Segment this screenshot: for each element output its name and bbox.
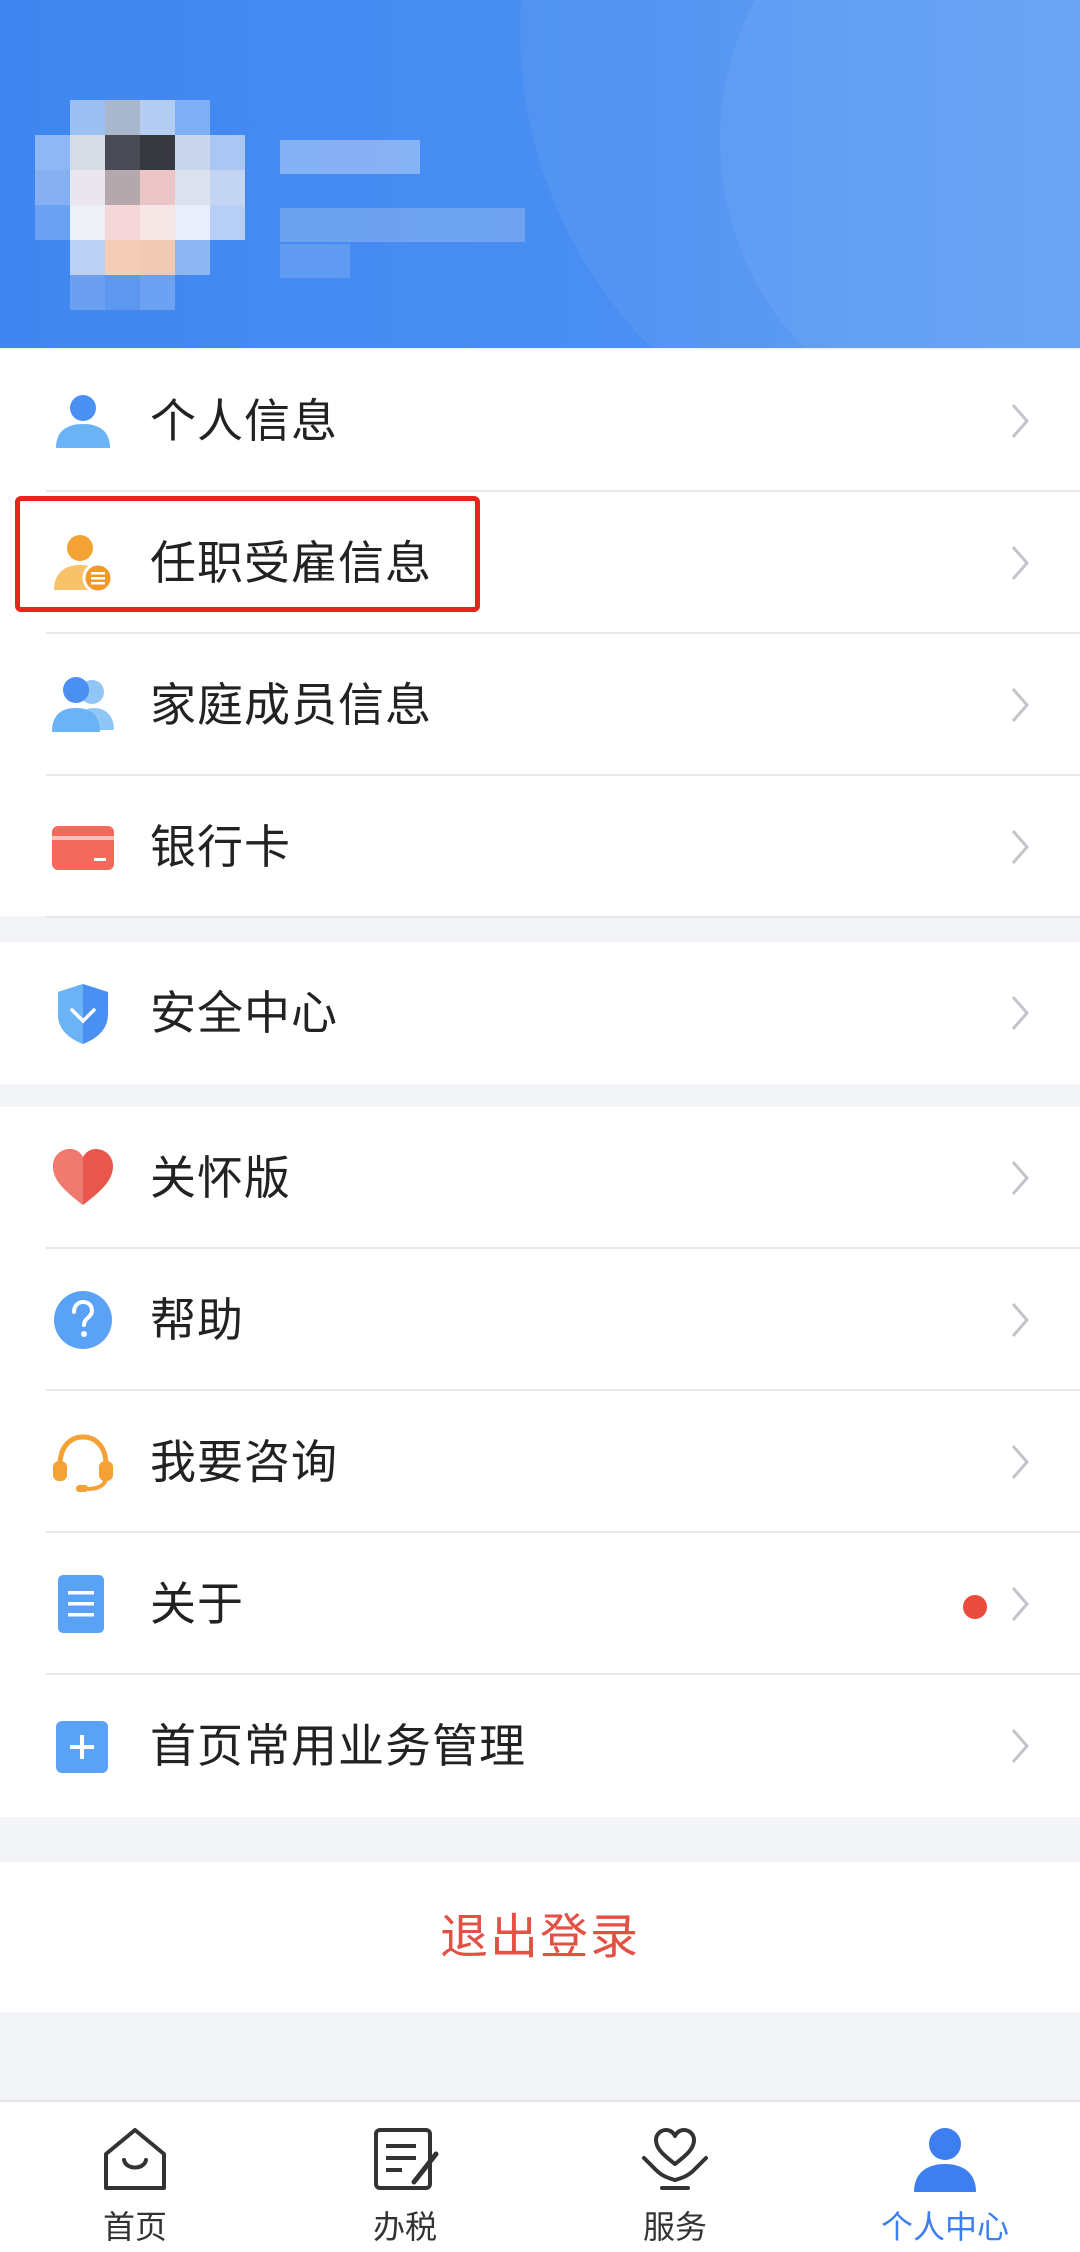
menu-item-label: 关于 <box>150 1577 244 1631</box>
document-icon <box>58 1575 104 1633</box>
menu-item-label: 关怀版 <box>150 1151 291 1205</box>
menu-item-family-info[interactable]: 家庭成员信息 <box>0 634 1080 776</box>
service-icon <box>642 2128 708 2190</box>
menu-item-label: 家庭成员信息 <box>150 678 432 732</box>
chevron-right-icon <box>1011 404 1029 438</box>
family-icon <box>52 677 114 732</box>
chevron-right-icon <box>1011 1303 1029 1337</box>
menu-item-label: 安全中心 <box>150 986 338 1040</box>
menu-item-about[interactable]: 关于 <box>0 1533 1080 1675</box>
account-info-redacted-2 <box>280 244 350 278</box>
tab-service[interactable]: 服务 <box>540 2102 810 2252</box>
menu-item-label: 个人信息 <box>150 394 338 448</box>
menu-group-security: 安全中心 <box>0 942 1080 1084</box>
tab-label: 首页 <box>102 2208 167 2246</box>
tab-label: 办税 <box>372 2208 437 2246</box>
notification-dot <box>963 1595 987 1619</box>
tab-label: 个人中心 <box>880 2208 1009 2246</box>
tab-label: 服务 <box>642 2208 707 2246</box>
help-icon <box>54 1291 112 1349</box>
account-info-redacted <box>280 208 525 242</box>
tax-icon <box>374 2128 439 2190</box>
employment-icon <box>54 535 114 594</box>
chevron-right-icon <box>1011 1729 1029 1763</box>
tab-home[interactable]: 首页 <box>0 2102 270 2252</box>
menu-item-label: 银行卡 <box>150 820 291 874</box>
chevron-right-icon <box>1011 830 1029 864</box>
person-icon <box>56 395 110 448</box>
menu-item-consult[interactable]: 我要咨询 <box>0 1391 1080 1533</box>
menu-group-account: 个人信息 任职受雇信息 家庭成员信息 银行卡 <box>0 350 1080 918</box>
bank-card-icon <box>52 826 114 870</box>
menu-item-bank-card[interactable]: 银行卡 <box>0 776 1080 918</box>
menu-item-employment-info[interactable]: 任职受雇信息 <box>0 492 1080 634</box>
header-decoration-2 <box>720 0 1080 348</box>
menu-item-label: 任职受雇信息 <box>150 536 432 590</box>
profile-icon <box>914 2128 976 2192</box>
menu-item-label: 我要咨询 <box>150 1435 338 1489</box>
chevron-right-icon <box>1011 546 1029 580</box>
chevron-right-icon <box>1011 1161 1029 1195</box>
tab-profile[interactable]: 个人中心 <box>810 2102 1080 2252</box>
menu-item-security-center[interactable]: 安全中心 <box>0 942 1080 1084</box>
menu-item-care-mode[interactable]: 关怀版 <box>0 1107 1080 1249</box>
menu-item-help[interactable]: 帮助 <box>0 1249 1080 1391</box>
divider <box>46 916 1080 918</box>
chevron-right-icon <box>1011 1587 1029 1621</box>
chevron-right-icon <box>1011 1445 1029 1479</box>
heart-icon <box>53 1149 113 1205</box>
menu-item-homepage-business[interactable]: 首页常用业务管理 <box>0 1675 1080 1817</box>
username-redacted <box>280 140 420 174</box>
menu-group-other: 关怀版 帮助 我要咨询 关于 首页常用业务管理 <box>0 1107 1080 1817</box>
logout-button[interactable]: 退出登录 <box>0 1862 1080 2012</box>
home-icon <box>104 2128 166 2190</box>
menu-item-personal-info[interactable]: 个人信息 <box>0 350 1080 492</box>
plus-icon <box>56 1721 108 1773</box>
headset-icon <box>53 1434 113 1492</box>
menu-item-label: 首页常用业务管理 <box>150 1719 526 1773</box>
chevron-right-icon <box>1011 688 1029 722</box>
bottom-tab-bar: 首页 办税 服务 个人中心 <box>0 2100 1080 2252</box>
shield-icon <box>58 984 108 1044</box>
profile-header <box>0 0 1080 348</box>
tab-tax[interactable]: 办税 <box>270 2102 540 2252</box>
menu-item-label: 帮助 <box>150 1293 244 1347</box>
avatar[interactable] <box>35 100 245 310</box>
chevron-right-icon <box>1011 996 1029 1030</box>
